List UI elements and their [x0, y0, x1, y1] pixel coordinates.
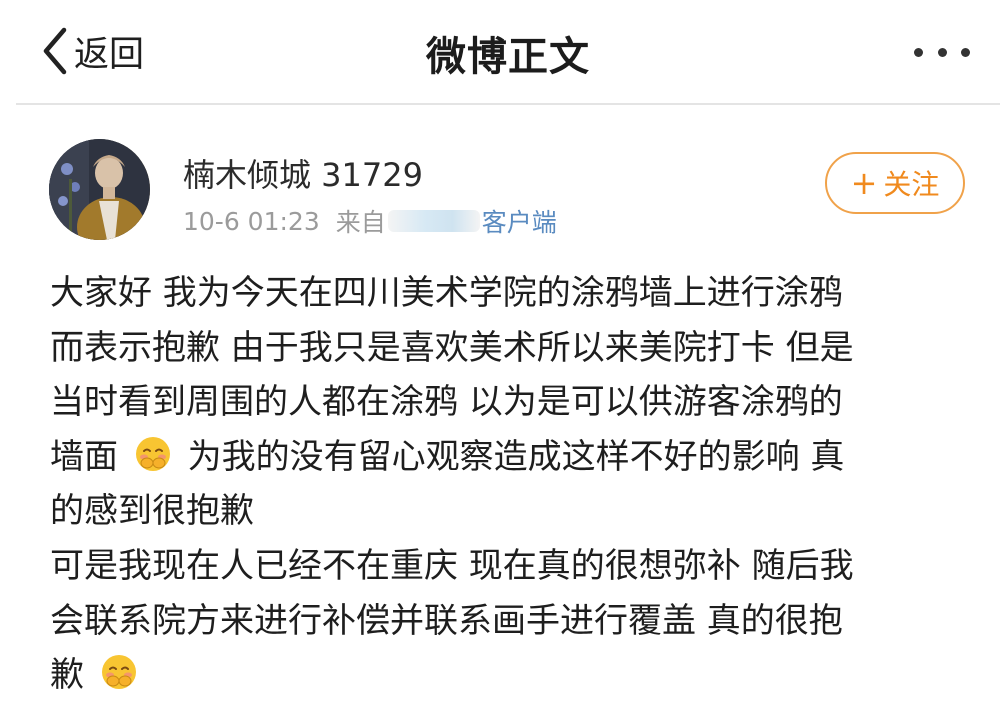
post-line: 可是我现在人已经不在重庆 现在真的很想弥补 随后我 — [50, 545, 854, 586]
top-navbar: 返回 微博正文 — [16, 0, 1000, 105]
post-time: 10-6 01:23 — [183, 206, 320, 236]
author-name[interactable]: 楠木倾城 31729 — [183, 150, 423, 196]
post-text: 为我的没有留心观察造成这样不好的影响 真 — [187, 436, 845, 477]
post-line: 会联系院方来进行补偿并联系画手进行覆盖 真的很抱 — [50, 600, 843, 641]
follow-label: 关注 — [883, 168, 940, 201]
post-meta: 10-6 01:23 来自 客户端 — [183, 203, 557, 239]
avatar[interactable] — [49, 139, 150, 240]
plus-icon: + — [850, 164, 878, 202]
blurred-source-name — [387, 210, 480, 232]
embarrassed-face-emoji — [99, 652, 139, 692]
source-prefix: 来自 — [335, 208, 386, 237]
post-text: 歉 — [50, 655, 84, 696]
more-dots-icon — [914, 47, 923, 57]
page-title: 微博正文 — [426, 34, 590, 80]
post-line: 当时看到周围的人都在涂鸦 以为是可以供游客涂鸦的 — [50, 382, 843, 423]
more-options-button[interactable] — [914, 40, 970, 64]
post-line-with-emoji: 歉 — [50, 648, 970, 703]
follow-button[interactable]: + 关注 — [825, 152, 965, 214]
source-client-link[interactable]: 客户端 — [482, 203, 557, 239]
post-body: 大家好 我为今天在四川美术学院的涂鸦墙上进行涂鸦 而表示抱歉 由于我只是喜欢美术… — [50, 266, 970, 703]
post-text: 墙面 — [50, 436, 118, 477]
more-dot — [937, 47, 947, 57]
post-line: 大家好 我为今天在四川美术学院的涂鸦墙上进行涂鸦 — [50, 273, 843, 313]
post-line: 的感到很抱歉 — [50, 491, 254, 532]
post-line: 而表示抱歉 由于我只是喜欢美术所以来美院打卡 但是 — [50, 327, 854, 368]
embarrassed-face-emoji — [133, 434, 173, 474]
post-line-with-emoji: 墙面 为我的没有留心观察造成这样不好的影响 真 — [50, 430, 970, 485]
more-dot — [961, 47, 970, 57]
